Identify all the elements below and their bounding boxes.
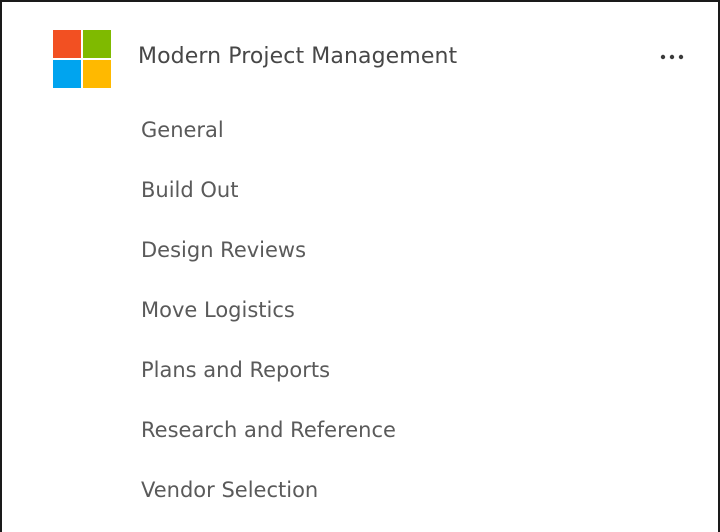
logo-yellow-square xyxy=(83,60,111,88)
channel-label: Move Logistics xyxy=(141,298,295,322)
logo-red-square xyxy=(53,30,81,58)
team-header[interactable]: Modern Project Management xyxy=(2,26,718,88)
more-options-button[interactable] xyxy=(652,40,692,74)
logo-green-square xyxy=(83,30,111,58)
channel-label: Design Reviews xyxy=(141,238,307,262)
channel-item-plans-and-reports[interactable]: Plans and Reports xyxy=(2,342,718,402)
channel-label: Build Out xyxy=(141,178,239,202)
logo-blue-square xyxy=(53,60,81,88)
team-name: Modern Project Management xyxy=(138,44,458,69)
channel-item-build-out[interactable]: Build Out xyxy=(2,162,718,222)
channel-item-general[interactable]: General xyxy=(2,102,718,162)
channel-label: Research and Reference xyxy=(141,418,396,442)
channel-item-move-logistics[interactable]: Move Logistics xyxy=(2,282,718,342)
channel-item-vendor-selection[interactable]: Vendor Selection xyxy=(2,462,718,522)
channel-item-design-reviews[interactable]: Design Reviews xyxy=(2,222,718,282)
channel-label: Vendor Selection xyxy=(141,478,319,502)
more-options-icon xyxy=(660,54,684,60)
channel-label: Plans and Reports xyxy=(141,358,331,382)
channel-list: General Build Out Design Reviews Move Lo… xyxy=(2,102,718,522)
microsoft-logo-icon xyxy=(53,30,111,88)
channel-label: General xyxy=(141,118,224,142)
team-channel-panel: Modern Project Management General Build … xyxy=(0,0,720,532)
channel-item-research-and-reference[interactable]: Research and Reference xyxy=(2,402,718,462)
